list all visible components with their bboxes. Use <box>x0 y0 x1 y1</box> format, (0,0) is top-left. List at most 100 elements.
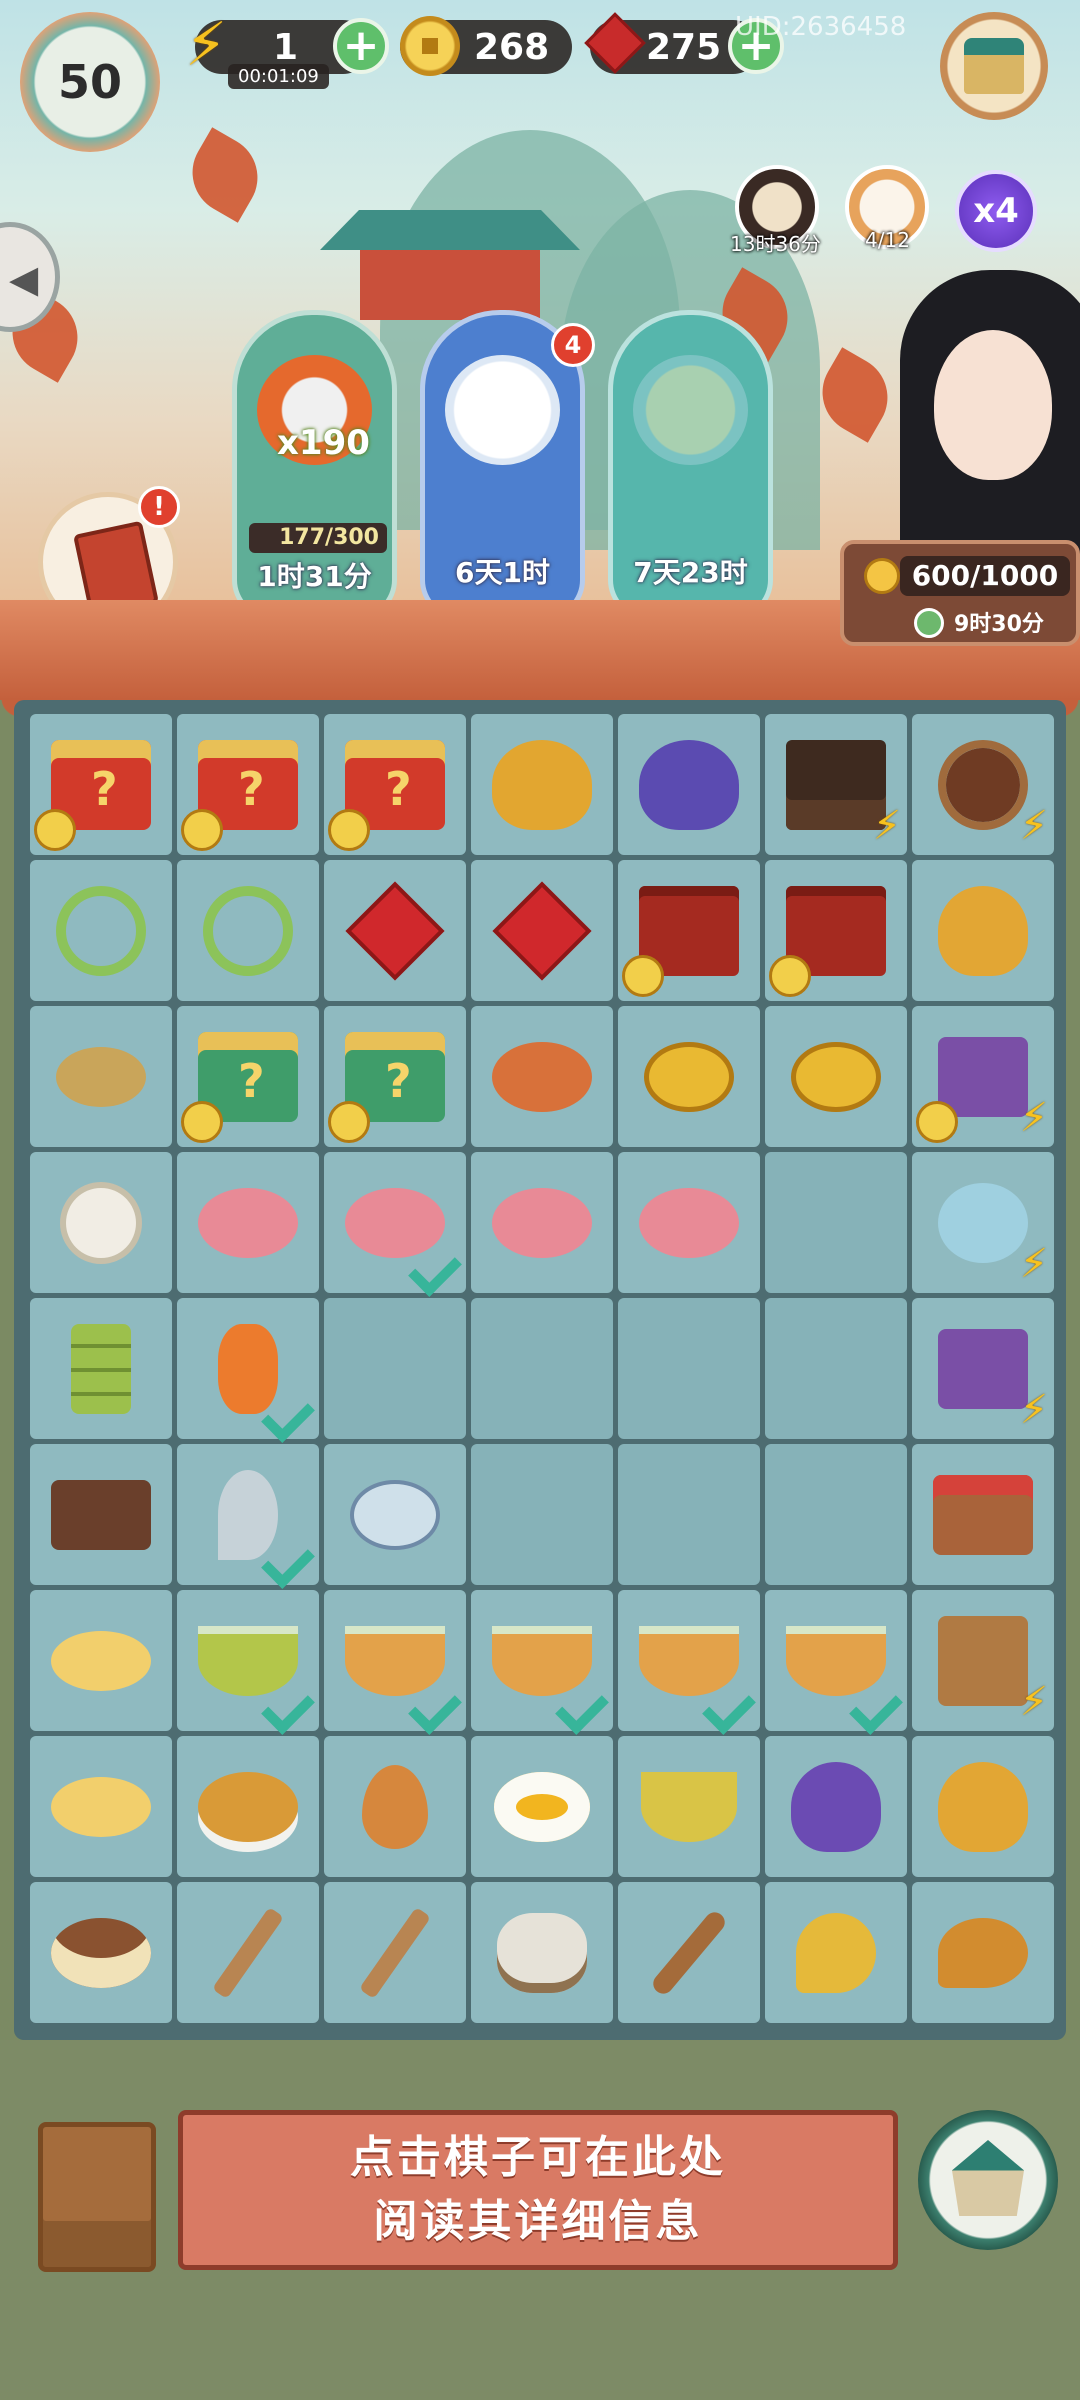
board-cell[interactable] <box>471 1152 613 1293</box>
egg-nest-icon <box>51 1917 151 1988</box>
board-cell[interactable] <box>471 1736 613 1877</box>
board-cell[interactable] <box>471 860 613 1001</box>
board-cell[interactable] <box>177 860 319 1001</box>
board-cell[interactable] <box>471 1298 613 1439</box>
board-cell[interactable]: ⚡ <box>912 1006 1054 1147</box>
board-cell[interactable] <box>30 1882 172 2023</box>
board-cell[interactable] <box>618 1736 760 1877</box>
board-cell[interactable] <box>912 860 1054 1001</box>
green-porridge-icon <box>198 1625 298 1696</box>
board-cell[interactable] <box>912 1882 1054 2023</box>
board-cell[interactable] <box>618 860 760 1001</box>
board-cell[interactable] <box>618 714 760 855</box>
board-cell[interactable] <box>618 1006 760 1147</box>
board-cell[interactable] <box>765 1444 907 1585</box>
board-cell[interactable] <box>471 1006 613 1147</box>
multiplier-button[interactable]: x4 <box>955 170 1037 252</box>
board-cell[interactable] <box>765 1006 907 1147</box>
board-cell[interactable] <box>177 1444 319 1589</box>
purple-energy-jar-icon <box>639 739 739 830</box>
order-time: 7天23时 <box>633 556 748 589</box>
two-chicks-nest-icon <box>51 1776 151 1837</box>
board-cell[interactable] <box>324 1152 466 1297</box>
mixed-porridge-icon <box>492 1625 592 1696</box>
board-cell[interactable] <box>177 1006 319 1147</box>
board-cell[interactable] <box>30 1006 172 1147</box>
reward-amount: 600/1000 <box>900 556 1070 596</box>
board-cell[interactable] <box>324 1736 466 1877</box>
board-cell[interactable] <box>30 1736 172 1877</box>
board-cell[interactable] <box>618 1152 760 1293</box>
board-cell[interactable] <box>177 1298 319 1443</box>
board-cell[interactable] <box>471 1882 613 2023</box>
storage-cabinet-icon[interactable] <box>38 2122 156 2272</box>
board-cell[interactable] <box>765 1882 907 2023</box>
energy-bolt-icon: ⚡ <box>185 10 228 80</box>
board-cell[interactable] <box>765 1298 907 1439</box>
board-cell[interactable] <box>324 860 466 1001</box>
board-cell[interactable] <box>471 1444 613 1585</box>
board-cell[interactable] <box>324 1444 466 1585</box>
peach-bun-icon <box>492 1187 592 1258</box>
info-line-1: 点击棋子可在此处 <box>350 2132 726 2183</box>
maple-leaf <box>807 347 903 443</box>
board-cell[interactable] <box>618 1298 760 1439</box>
board-cell[interactable] <box>765 1152 907 1293</box>
board-cell[interactable] <box>30 1444 172 1585</box>
shrine-icon[interactable] <box>940 12 1048 120</box>
board-cell[interactable] <box>471 714 613 855</box>
cloud-charm-icon <box>350 1479 440 1550</box>
pavilion-home-icon[interactable] <box>918 2110 1058 2250</box>
order-time: 1时31分 <box>257 560 372 593</box>
board-cell[interactable] <box>30 714 172 855</box>
character-reward-panel[interactable]: 600/1000 9时30分 <box>840 540 1080 646</box>
user-id: UID:2636458 <box>735 12 907 42</box>
board-cell[interactable] <box>177 1152 319 1293</box>
board-cell[interactable] <box>471 1590 613 1735</box>
board-cell[interactable] <box>30 860 172 1001</box>
board-cell[interactable] <box>324 1590 466 1735</box>
scroll-stand-icon <box>938 1615 1028 1706</box>
board-cell[interactable] <box>765 1736 907 1877</box>
board-cell[interactable] <box>324 714 466 855</box>
board-cell[interactable] <box>177 1590 319 1735</box>
board-cell[interactable] <box>618 1882 760 2023</box>
board-cell[interactable]: ⚡ <box>912 1152 1054 1293</box>
board-cell[interactable] <box>30 1152 172 1293</box>
bathing-cat-order-icon <box>633 355 748 465</box>
board-cell[interactable] <box>912 1736 1054 1877</box>
board-cell[interactable]: ⚡ <box>912 714 1054 855</box>
board-cell[interactable] <box>30 1298 172 1439</box>
board-cell[interactable]: ⚡ <box>912 1590 1054 1731</box>
board-cell[interactable] <box>177 1736 319 1877</box>
board-cell[interactable] <box>324 1006 466 1147</box>
teapot-set-icon <box>938 1182 1028 1263</box>
board-cell[interactable]: ⚡ <box>765 714 907 855</box>
lantern-icon <box>218 1323 278 1414</box>
merge-board: ⚡ ⚡ ⚡ ⚡ ⚡ ⚡ <box>14 700 1066 2040</box>
board-cell[interactable] <box>618 1444 760 1585</box>
order-card-3[interactable]: 7天23时 <box>608 310 773 620</box>
coin-pair-icon <box>791 1041 881 1112</box>
chicks-nest-icon <box>51 1630 151 1691</box>
order-multiplier: x190 <box>277 423 370 463</box>
energy-bolt-icon: ⚡ <box>872 803 901 849</box>
order-time: 6天1时 <box>455 556 550 589</box>
board-cell[interactable] <box>177 1882 319 2023</box>
board-cell[interactable] <box>324 1882 466 2023</box>
order-card-2[interactable]: 4 6天1时 <box>420 310 595 620</box>
order-card-1[interactable]: x190 177/300 1时31分 <box>232 310 397 620</box>
player-level-badge[interactable]: 50 <box>20 12 160 152</box>
board-cell[interactable] <box>177 714 319 855</box>
board-cell[interactable] <box>765 860 907 1001</box>
board-cell[interactable] <box>765 1590 907 1735</box>
coin-stack-icon <box>644 1041 734 1112</box>
board-cell[interactable]: ⚡ <box>912 1298 1054 1439</box>
reward-time: 9时30分 <box>954 612 1044 637</box>
board-cell[interactable] <box>30 1590 172 1731</box>
board-cell[interactable] <box>912 1444 1054 1585</box>
add-energy-button[interactable]: + <box>333 18 389 74</box>
board-cell[interactable] <box>324 1298 466 1439</box>
character-portrait[interactable] <box>900 270 1080 570</box>
board-cell[interactable] <box>618 1590 760 1735</box>
